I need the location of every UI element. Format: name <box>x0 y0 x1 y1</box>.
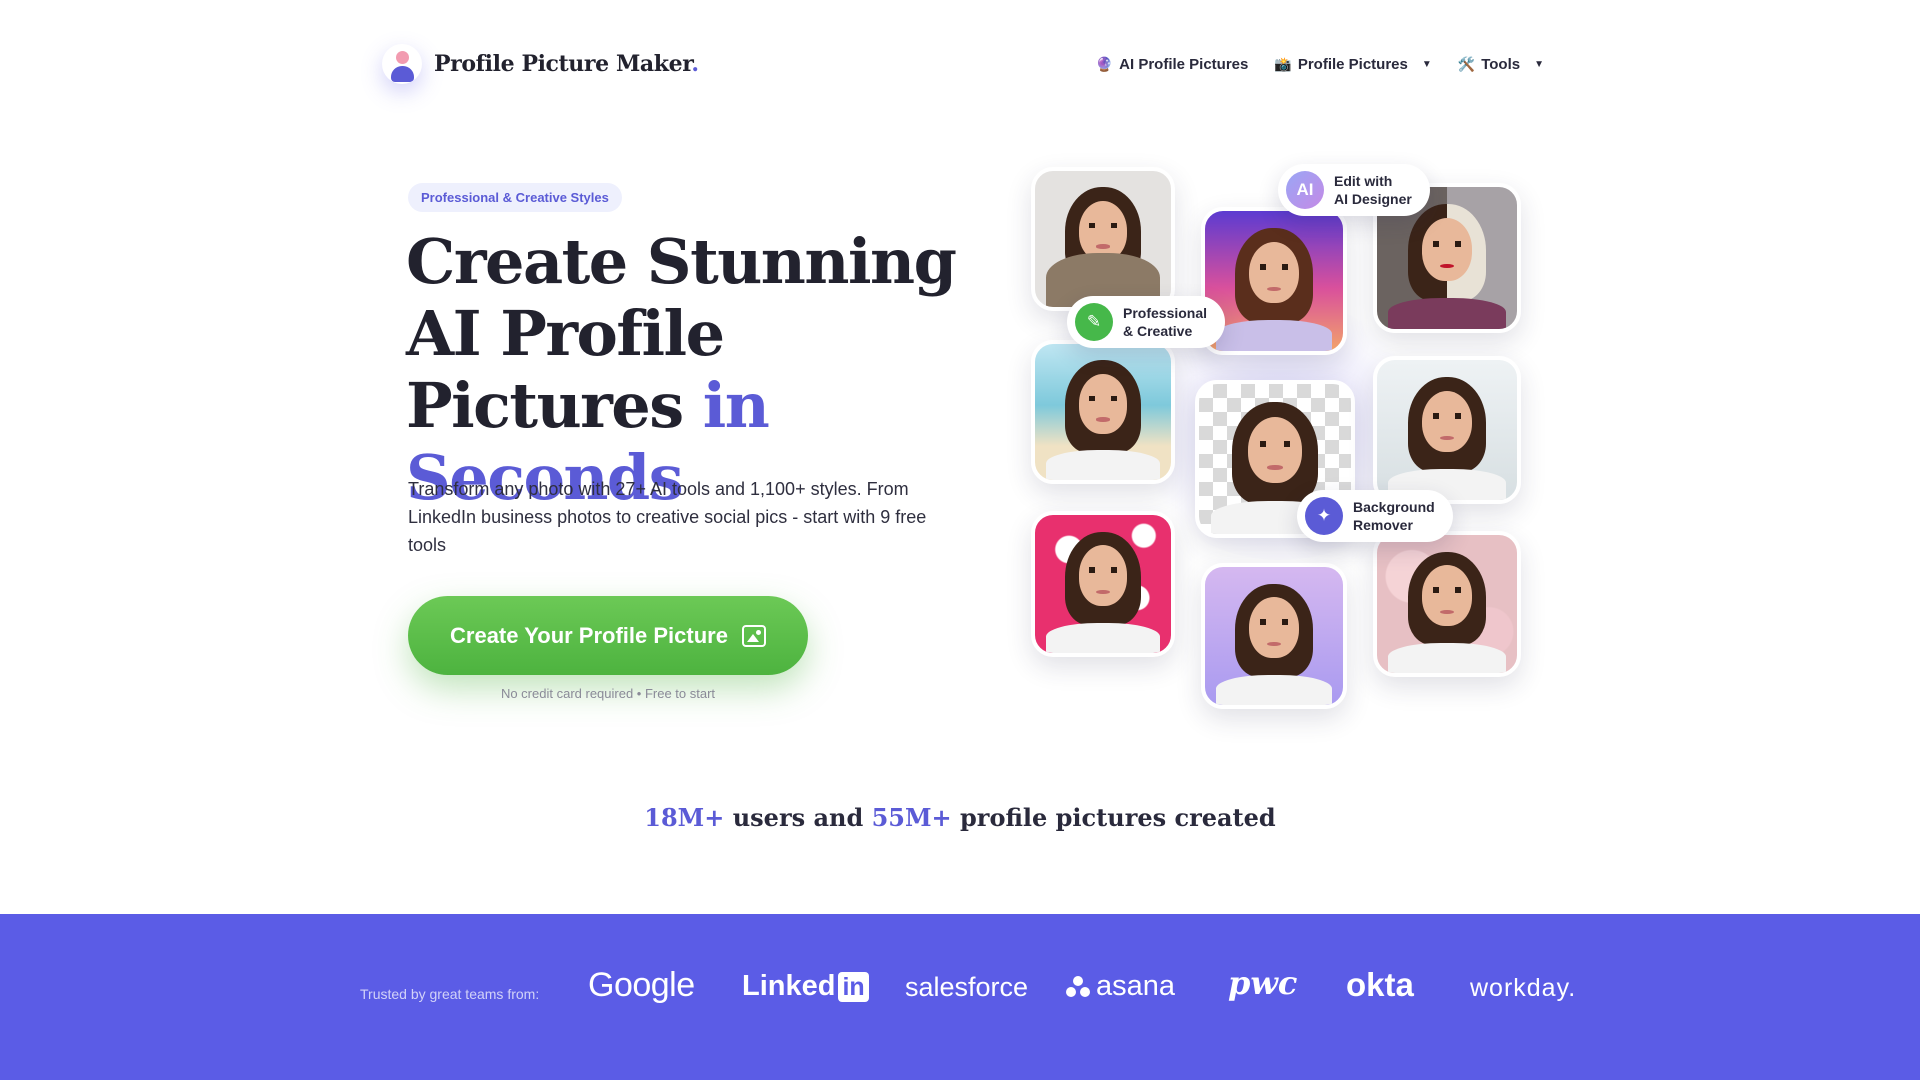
nav-label: Profile Pictures <box>1297 56 1408 73</box>
brush-icon: ✎ <box>1075 303 1113 341</box>
nav-profile-pictures-dropdown[interactable]: 📸 Profile Pictures ▼ <box>1274 56 1431 73</box>
hero-subtext: Transform any photo with 27+ AI tools an… <box>408 479 927 555</box>
nav-label: AI Profile Pictures <box>1119 56 1249 73</box>
trusted-by-band: Trusted by great teams from: Google Link… <box>0 914 1920 1080</box>
logo-avatar-icon <box>382 44 422 84</box>
portrait-card-bokeh <box>1373 531 1521 677</box>
cta-note: No credit card required • Free to start <box>500 686 716 701</box>
tag-professional-creative: ✎ Professional & Creative <box>1067 296 1226 348</box>
portrait-card-business <box>1031 167 1175 311</box>
workday-logo: workday. <box>1470 974 1577 1002</box>
pictures-count: 55M+ <box>871 803 952 832</box>
main-nav: 🔮 AI Profile Pictures 📸 Profile Pictures… <box>1096 56 1544 73</box>
tag-background-remover: ✦ Background Remover <box>1297 490 1453 542</box>
asana-logo: asana <box>1066 970 1175 1003</box>
usage-stats: 18M+ users and 55M+ profile pictures cre… <box>644 803 1276 832</box>
nav-label: Tools <box>1481 56 1521 73</box>
salesforce-logo: salesforce <box>905 972 1029 1002</box>
logo-text: Profile Picture Maker. <box>434 51 699 77</box>
site-logo[interactable]: Profile Picture Maker. <box>382 44 699 84</box>
tools-icon: 🛠️ <box>1457 56 1476 72</box>
nav-tools-dropdown[interactable]: 🛠️ Tools ▼ <box>1458 56 1544 73</box>
crystal-ball-icon: 🔮 <box>1095 56 1114 72</box>
nav-ai-profile-pictures[interactable]: 🔮 AI Profile Pictures <box>1096 56 1249 73</box>
camera-icon: 📸 <box>1274 56 1292 72</box>
hero-badge: Professional & Creative Styles <box>408 183 622 212</box>
users-count: 18M+ <box>644 803 725 832</box>
google-logo: Google <box>588 966 695 1004</box>
magic-wand-icon: ✦ <box>1305 497 1343 535</box>
caret-down-icon: ▼ <box>1534 59 1544 70</box>
tag-ai-designer: AI Edit with AI Designer <box>1278 164 1430 216</box>
hero-headline: Create Stunning AI Profile Pictures in S… <box>406 225 957 514</box>
portrait-card-pink-pattern <box>1031 511 1175 657</box>
asana-dots-icon <box>1066 975 1090 998</box>
portrait-card-illustrated <box>1201 207 1347 355</box>
create-profile-picture-button[interactable]: Create Your Profile Picture <box>408 596 808 675</box>
trusted-label: Trusted by great teams from: <box>360 986 540 1002</box>
portrait-card-lavender <box>1201 563 1347 709</box>
portrait-card-beach <box>1031 340 1175 484</box>
pwc-logo: pwc <box>1228 964 1298 1002</box>
linkedin-logo: Linked in <box>742 970 869 1003</box>
image-icon <box>741 624 766 647</box>
portrait-card-office <box>1373 356 1521 504</box>
okta-logo: okta <box>1346 966 1414 1003</box>
ai-icon: AI <box>1286 171 1324 209</box>
caret-down-icon: ▼ <box>1421 59 1432 70</box>
